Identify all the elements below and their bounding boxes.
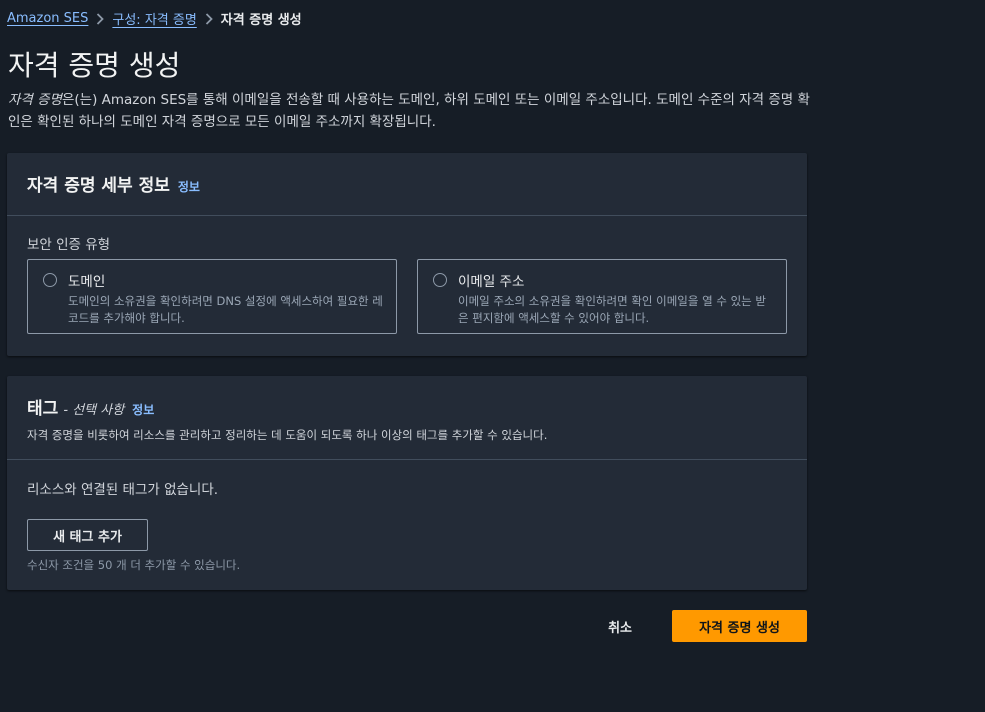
tags-optional-label: - 선택 사항 xyxy=(63,403,125,418)
option-email-description: 이메일 주소의 소유권을 확인하려면 확인 이메일을 열 수 있는 받은 편지함… xyxy=(458,294,766,325)
identity-type-options: 도메인 도메인의 소유권을 확인하려면 DNS 설정에 액세스하여 필요한 레코… xyxy=(27,259,787,334)
cancel-button[interactable]: 취소 xyxy=(602,616,638,637)
identity-details-title: 자격 증명 세부 정보 xyxy=(27,176,170,196)
radio-domain[interactable] xyxy=(43,273,57,287)
tags-body: 리소스와 연결된 태그가 없습니다. 새 태그 추가 수신자 조건을 50 개 … xyxy=(7,460,807,573)
info-link[interactable]: 정보 xyxy=(178,180,200,194)
description-term: 자격 증명 xyxy=(8,92,62,108)
tags-card: 태그 - 선택 사항 정보 자격 증명을 비롯하여 리소스를 관리하고 정리하는 … xyxy=(7,376,807,590)
identity-details-card: 자격 증명 세부 정보 정보 보안 인증 유형 도메인 도메인의 소유권을 확인하… xyxy=(7,153,807,356)
breadcrumb-current: 자격 증명 생성 xyxy=(220,13,302,28)
breadcrumb-link-identities[interactable]: 구성: 자격 증명 xyxy=(112,9,196,28)
identity-type-label: 보안 인증 유형 xyxy=(27,237,111,253)
description-text: 은(는) Amazon SES를 통해 이메일을 전송할 때 사용하는 도메인,… xyxy=(8,92,810,130)
page-title: 자격 증명 생성 xyxy=(8,49,181,82)
identity-type-domain-tile[interactable]: 도메인 도메인의 소유권을 확인하려면 DNS 설정에 액세스하여 필요한 레코… xyxy=(27,259,397,334)
empty-tags-text: 리소스와 연결된 태그가 없습니다. xyxy=(27,482,219,498)
identity-type-email-tile[interactable]: 이메일 주소 이메일 주소의 소유권을 확인하려면 확인 이메일을 열 수 있는… xyxy=(417,259,787,334)
tags-title: 태그 xyxy=(27,399,59,419)
info-link[interactable]: 정보 xyxy=(132,403,154,417)
option-domain-label: 도메인 xyxy=(68,274,106,290)
chevron-right-icon xyxy=(88,12,112,25)
tags-description: 자격 증명을 비롯하여 리소스를 관리하고 정리하는 데 도움이 되도록 하나 … xyxy=(27,428,548,442)
radio-email[interactable] xyxy=(433,273,447,287)
breadcrumb-link-ses[interactable]: Amazon SES xyxy=(7,11,88,26)
option-domain-description: 도메인의 소유권을 확인하려면 DNS 설정에 액세스하여 필요한 레코드를 추… xyxy=(68,294,383,325)
chevron-right-icon xyxy=(197,12,221,25)
tags-limit-hint: 수신자 조건을 50 개 더 추가할 수 있습니다. xyxy=(27,558,241,572)
add-tag-button[interactable]: 새 태그 추가 xyxy=(27,519,148,551)
form-actions: 취소 자격 증명 생성 xyxy=(600,610,807,642)
create-identity-button[interactable]: 자격 증명 생성 xyxy=(672,610,807,642)
page-description: 자격 증명은(는) Amazon SES를 통해 이메일을 전송할 때 사용하는… xyxy=(8,89,813,133)
identity-details-header: 자격 증명 세부 정보 정보 xyxy=(7,153,807,216)
option-email-label: 이메일 주소 xyxy=(458,274,525,290)
tags-header: 태그 - 선택 사항 정보 자격 증명을 비롯하여 리소스를 관리하고 정리하는 … xyxy=(7,376,807,460)
breadcrumb: Amazon SES 구성: 자격 증명 자격 증명 생성 xyxy=(7,9,302,28)
identity-details-body: 보안 인증 유형 도메인 도메인의 소유권을 확인하려면 DNS 설정에 액세스… xyxy=(7,216,807,334)
